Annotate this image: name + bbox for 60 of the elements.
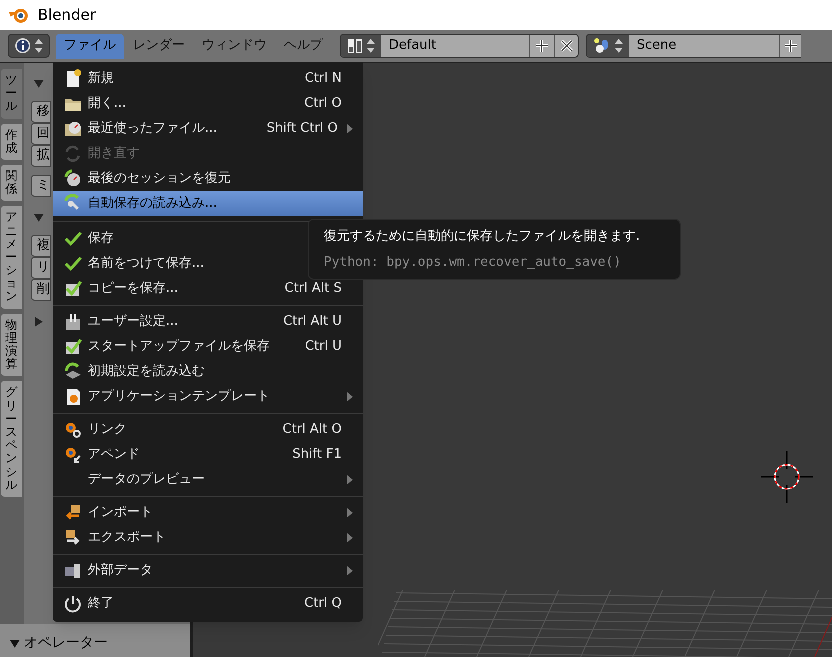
submenu-arrow-icon	[347, 392, 353, 402]
collapse-triangle-icon[interactable]	[10, 638, 20, 648]
reset-icon	[63, 362, 83, 382]
submenu-arrow-icon	[347, 124, 353, 134]
python-command: Python: bpy.ops.wm.recover_auto_save()	[324, 254, 622, 272]
menu-item[interactable]: 最後のセッションを復元	[53, 166, 363, 191]
panel-tab[interactable]: 関係	[1, 164, 22, 202]
menu-item[interactable]: インポート	[53, 500, 363, 525]
menu-item[interactable]: ユーザー設定... Ctrl Alt U	[53, 309, 363, 334]
collapse-triangle-icon[interactable]	[34, 213, 44, 223]
menu-item[interactable]: 開く... Ctrl O	[53, 91, 363, 116]
checked-box-icon	[63, 336, 83, 356]
window-title: Blender	[38, 4, 96, 26]
submenu-arrow-icon	[347, 566, 353, 576]
tool-button[interactable]: 移	[31, 101, 51, 123]
menu-item[interactable]: データのプレビュー	[53, 467, 363, 492]
panel-tab[interactable]: 物理演算	[1, 314, 22, 376]
menu-item[interactable]: スタートアップファイルを保存 Ctrl U	[53, 334, 363, 359]
tool-button[interactable]: 削	[31, 279, 51, 301]
collapse-triangle-icon[interactable]	[34, 317, 44, 327]
menu-item[interactable]: エクスポート	[53, 525, 363, 550]
blender-logo-icon	[8, 6, 30, 24]
submenu-arrow-icon	[347, 532, 353, 542]
menu-tab[interactable]: ヘルプ	[276, 34, 331, 58]
menu-item[interactable]: アペンド Shift F1	[53, 442, 363, 467]
menu-item[interactable]: 自動保存の読み込み...	[53, 191, 363, 216]
panel-tab[interactable]: ツール	[1, 69, 22, 119]
up-down-arrows-icon	[35, 38, 43, 54]
menu-tab[interactable]: ウィンドウ	[194, 34, 275, 58]
menu-item[interactable]: アプリケーションテンプレート	[53, 384, 363, 409]
tooltip-text: 復元するために自動的に保存したファイルを開きます.	[324, 228, 642, 246]
tool-button[interactable]: 回	[31, 123, 51, 145]
collapse-triangle-icon[interactable]	[34, 79, 44, 89]
tool-button[interactable]: 複	[31, 235, 51, 257]
clock-icon	[63, 168, 83, 188]
panel-tab[interactable]: グリースペンシル	[1, 381, 22, 497]
menu-item[interactable]: リンク Ctrl Alt O	[53, 417, 363, 442]
info-icon	[15, 38, 31, 54]
menu-item[interactable]: 新規 Ctrl N	[53, 66, 363, 91]
3d-cursor-icon	[761, 451, 813, 503]
power-icon	[63, 594, 83, 614]
menu-tab[interactable]: ファイル	[56, 34, 124, 58]
tool-button[interactable]: 拡	[31, 145, 51, 167]
menu-tab[interactable]: レンダー	[125, 34, 193, 58]
panel-tab[interactable]: 作成	[1, 124, 22, 160]
submenu-arrow-icon	[347, 508, 353, 518]
tool-button[interactable]: リ	[31, 257, 51, 279]
reload-icon	[63, 144, 83, 164]
tool-button[interactable]: ミ	[31, 175, 51, 197]
submenu-arrow-icon	[347, 474, 353, 484]
menu-item[interactable]: 初期設定を読み込む	[53, 359, 363, 384]
settings-icon	[63, 312, 83, 332]
menu-item[interactable]: 外部データ	[53, 558, 363, 583]
menu-item[interactable]: コピーを保存... Ctrl Alt S	[53, 276, 363, 301]
editor-type-button[interactable]	[8, 34, 50, 58]
menu-item[interactable]: 最近使ったファイル... Shift Ctrl O	[53, 116, 363, 141]
checked-box-icon	[63, 278, 83, 298]
panel-tab[interactable]: アニメーション	[1, 206, 22, 309]
menu-item[interactable]: 終了 Ctrl Q	[53, 591, 363, 616]
operator-panel-header[interactable]: オペレーター	[0, 624, 190, 657]
